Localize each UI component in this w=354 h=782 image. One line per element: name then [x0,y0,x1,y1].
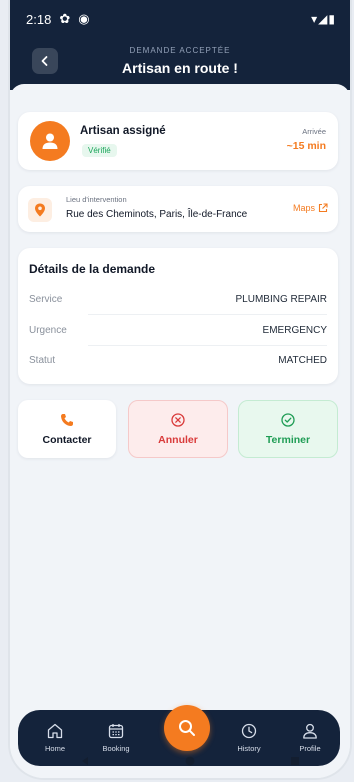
nav-profile[interactable]: Profile [288,722,332,753]
settings-status-icon: ✿ [59,11,71,26]
detail-label: Statut [29,354,56,366]
detail-value: MATCHED [278,354,327,366]
home-icon [47,723,63,739]
arrival-eta: ~15 min [286,140,326,152]
location-address: Rue des Cheminots, Paris, Île-de-France [66,209,248,220]
header: 2:18 ✿ ◉ ▾◢▮ DEMANDE ACCEPTÉE Artisan en… [10,0,350,90]
app-status-icon: ◉ [78,11,90,26]
verified-badge: Vérifié [82,144,117,157]
detail-value: EMERGENCY [262,324,327,336]
system-back-icon[interactable] [80,756,90,766]
arrival-label: Arrivée [302,127,326,136]
clock-icon [241,723,257,739]
maps-link-label: Maps [292,203,315,213]
system-recents-icon[interactable] [290,756,300,766]
header-subtitle: DEMANDE ACCEPTÉE [129,46,231,55]
system-nav-bar [80,754,300,768]
avatar [30,121,70,161]
detail-label: Urgence [29,324,67,336]
finish-button[interactable]: Terminer [238,400,338,458]
location-label: Lieu d'intervention [66,195,127,204]
details-card: Détails de la demande Service PLUMBING R… [18,248,338,384]
nav-profile-label: Profile [299,744,321,753]
pin-icon [35,203,45,217]
search-fab[interactable] [164,705,210,751]
location-card: Lieu d'intervention Rue des Cheminots, P… [18,186,338,232]
detail-label: Service [29,293,63,305]
nav-history-label: History [237,744,261,753]
status-time: 2:18 [26,11,52,27]
page-title: Artisan en route ! [122,60,238,76]
close-circle-icon [171,412,185,427]
contact-button[interactable]: Contacter [18,400,116,458]
cancel-button-label: Annuler [158,433,198,446]
pin-badge [28,198,52,222]
detail-row-status: Statut MATCHED [29,345,327,375]
artisan-card: Artisan assigné Vérifié Arrivée ~15 min [18,112,338,170]
phone-screen: 2:18 ✿ ◉ ▾◢▮ DEMANDE ACCEPTÉE Artisan en… [10,0,350,778]
finish-button-label: Terminer [265,433,311,446]
detail-value: PLUMBING REPAIR [235,293,328,305]
status-bar: 2:18 ✿ ◉ ▾◢▮ [26,10,336,28]
detail-row-urgency: Urgence EMERGENCY [29,315,327,345]
external-link-icon [318,203,328,213]
phone-icon [61,413,73,426]
details-title: Détails de la demande [29,262,156,276]
artisan-name: Artisan assigné [80,125,166,137]
cancel-button[interactable]: Annuler [128,400,228,458]
nav-history[interactable]: History [227,722,271,753]
nav-home[interactable]: Home [33,722,77,753]
maps-link[interactable]: Maps [293,203,328,213]
signal-icons: ▾◢▮ [311,12,336,26]
profile-icon [303,723,317,739]
search-icon [179,720,195,736]
check-circle-icon [281,412,295,427]
system-home-icon[interactable] [185,756,195,766]
detail-row-service: Service PLUMBING REPAIR [29,284,327,314]
calendar-icon [108,724,124,739]
nav-booking-label: Booking [102,744,130,753]
contact-button-label: Contacter [42,433,92,446]
nav-booking[interactable]: Booking [94,722,138,753]
nav-home-label: Home [44,744,65,753]
user-icon [42,133,58,149]
